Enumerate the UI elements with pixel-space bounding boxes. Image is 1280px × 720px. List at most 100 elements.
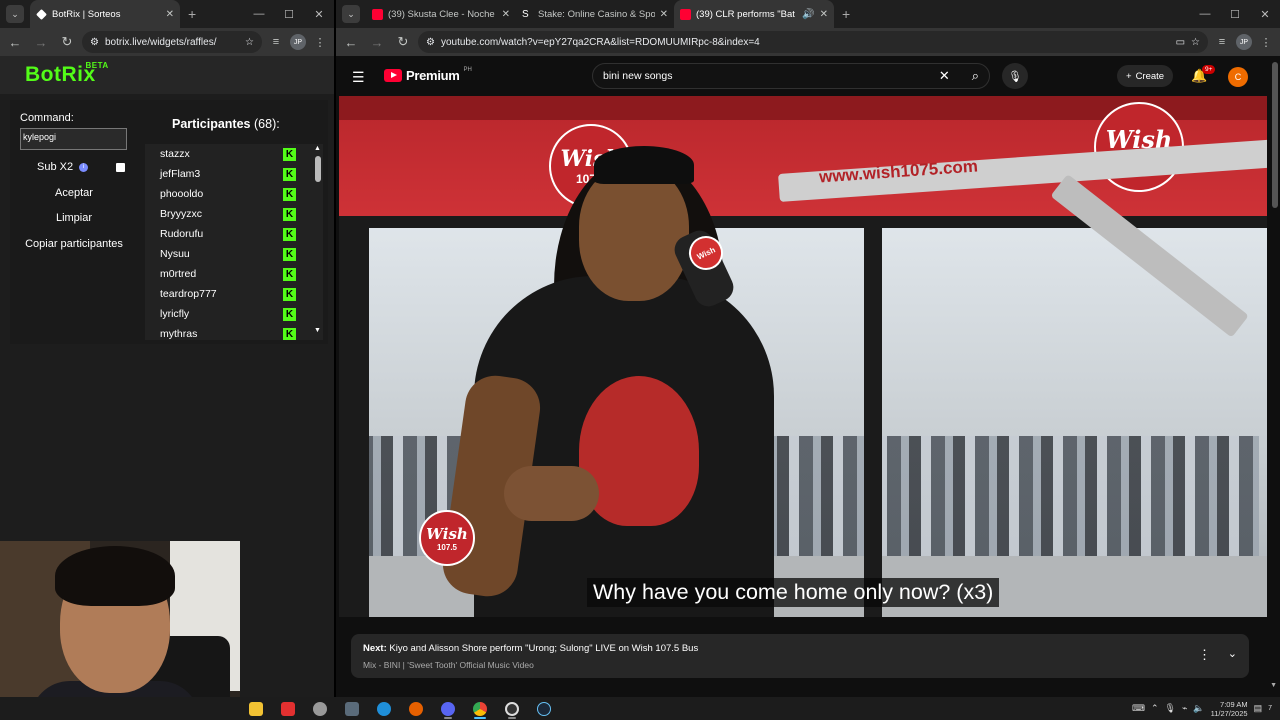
kick-icon: K: [283, 227, 296, 241]
keyboard-icon[interactable]: ⌨: [1132, 703, 1145, 714]
more-options-icon[interactable]: ⋮: [1198, 647, 1211, 663]
notification-center-icon[interactable]: ▤: [1254, 703, 1263, 714]
calculator-button[interactable]: [336, 697, 368, 720]
forward-icon[interactable]: →: [366, 35, 388, 50]
video-player[interactable]: Wish 107.5 Wish 107.5 www.wish1075.com W…: [339, 96, 1267, 617]
youtube-page: ☰ Premium PH bini new songs ✕ ⌕ 🎙 + Crea…: [336, 56, 1280, 697]
file-explorer-button[interactable]: [240, 697, 272, 720]
botrix-logo[interactable]: BotRix BETA: [25, 61, 108, 87]
sub-x2-checkbox[interactable]: [116, 163, 125, 172]
bookmark-star-icon[interactable]: ☆: [1191, 37, 1200, 48]
clear-search-icon[interactable]: ✕: [939, 68, 950, 84]
clear-button[interactable]: Limpiar: [20, 212, 128, 224]
brand-text: Premium: [406, 68, 460, 83]
back-icon[interactable]: ←: [340, 35, 362, 50]
tab-stake[interactable]: S Stake: Online Casino & Sports B ✕: [516, 0, 674, 28]
maximize-icon[interactable]: ☐: [274, 8, 304, 21]
next-prefix: Next:: [363, 643, 387, 654]
menu-kebab-icon[interactable]: ⋮: [310, 36, 330, 49]
close-icon[interactable]: ✕: [820, 9, 828, 20]
tab-clr-performs[interactable]: (39) CLR performs "Bat Ngay 🔊 ✕: [674, 0, 834, 28]
scroll-down-arrow-icon[interactable]: ▼: [1270, 682, 1277, 689]
up-next-card[interactable]: Next: Kiyo and Alisson Shore perform "Ur…: [351, 634, 1249, 678]
search-input[interactable]: bini new songs ✕ ⌕: [592, 63, 990, 89]
participant-row: Bryyyzxc K: [145, 204, 323, 224]
profile-avatar[interactable]: JP: [1236, 34, 1252, 50]
close-window-icon[interactable]: ✕: [1250, 8, 1280, 21]
create-button[interactable]: + Create: [1117, 65, 1174, 87]
cast-icon[interactable]: ▭: [1176, 37, 1185, 48]
maximize-icon[interactable]: ☐: [1220, 8, 1250, 21]
new-tab-button[interactable]: +: [180, 6, 204, 22]
media-controls-icon[interactable]: ≡: [266, 36, 286, 48]
site-info-icon[interactable]: ⚙: [426, 37, 435, 48]
chevron-down-icon[interactable]: ⌄: [1228, 647, 1237, 660]
account-avatar[interactable]: C: [1228, 67, 1248, 87]
windows-taskbar: ⌨ ⌃ 🎙 ⌁ 🔈 7:09 AM 11/27/2025 ▤ 7: [0, 697, 1280, 720]
address-bar[interactable]: ⚙ botrix.live/widgets/raffles/ ☆: [82, 31, 262, 53]
forward-icon[interactable]: →: [30, 35, 52, 50]
address-bar[interactable]: ⚙ youtube.com/watch?v=epY27qa2CRA&list=R…: [418, 31, 1208, 53]
copy-participants-button[interactable]: Copiar participantes: [18, 238, 130, 250]
sub-x2-label: Sub X2: [37, 161, 74, 173]
hamburger-menu-icon[interactable]: ☰: [352, 69, 365, 86]
microphone-icon[interactable]: 🎙: [1002, 63, 1028, 89]
steam-icon: [537, 701, 551, 716]
close-icon[interactable]: ✕: [660, 9, 668, 20]
bookmark-star-icon[interactable]: ☆: [245, 37, 254, 48]
participant-name: mythras: [160, 328, 198, 340]
close-icon[interactable]: ✕: [166, 9, 174, 20]
youtube-premium-logo[interactable]: Premium PH: [384, 67, 472, 83]
scrollbar-thumb[interactable]: [315, 156, 321, 182]
minimize-icon[interactable]: —: [244, 8, 274, 20]
sub-x2-option: Sub X2 i: [37, 161, 89, 173]
window-frame: [339, 226, 369, 617]
search-icon[interactable]: ⌕: [972, 68, 979, 84]
reload-icon[interactable]: ↻: [392, 34, 414, 50]
speaker-icon[interactable]: 🔊: [802, 9, 814, 20]
network-icon[interactable]: ⌁: [1182, 703, 1187, 714]
window-controls: — ☐ ✕: [244, 0, 334, 28]
site-info-icon[interactable]: ⚙: [90, 37, 99, 48]
tab-title: BotRix | Sorteos: [52, 8, 121, 20]
tab-search-button[interactable]: ⌄: [6, 5, 24, 23]
firefox-button[interactable]: [400, 697, 432, 720]
steam-button[interactable]: [528, 697, 560, 720]
kick-icon: K: [283, 207, 296, 221]
chrome-button[interactable]: [464, 697, 496, 720]
volume-icon[interactable]: 🔈: [1193, 703, 1204, 714]
tab-skusta-clee[interactable]: (39) Skusta Clee - Noche Buena ✕: [366, 0, 516, 28]
info-icon[interactable]: i: [79, 162, 89, 172]
participant-name: Bryyyzxc: [160, 208, 202, 220]
wps-button[interactable]: [272, 697, 304, 720]
close-window-icon[interactable]: ✕: [304, 8, 334, 21]
discord-button[interactable]: [432, 697, 464, 720]
close-icon[interactable]: ✕: [502, 9, 510, 20]
microphone-icon[interactable]: 🎙: [1165, 703, 1176, 714]
profile-avatar[interactable]: JP: [290, 34, 306, 50]
tab-botrix[interactable]: BotRix | Sorteos ✕: [30, 0, 180, 28]
command-input[interactable]: kylepogi: [20, 128, 127, 150]
kick-icon: K: [283, 247, 296, 261]
page-scrollbar[interactable]: [1272, 62, 1278, 208]
media-controls-icon[interactable]: ≡: [1212, 36, 1232, 48]
accept-button[interactable]: Aceptar: [20, 187, 128, 199]
obs-button[interactable]: [496, 697, 528, 720]
tab-search-button[interactable]: ⌄: [342, 5, 360, 23]
system-clock[interactable]: 7:09 AM 11/27/2025: [1211, 700, 1248, 718]
participant-row: teardrop777 K: [145, 284, 323, 304]
edge-button[interactable]: [368, 697, 400, 720]
minimize-icon[interactable]: —: [1190, 8, 1220, 20]
tray-overflow-chevron-icon[interactable]: ⌃: [1151, 703, 1159, 714]
reload-icon[interactable]: ↻: [56, 34, 78, 50]
new-tab-button[interactable]: +: [834, 6, 858, 22]
window-controls: — ☐ ✕: [1190, 0, 1280, 28]
browser-toolbar: ← → ↻ ⚙ botrix.live/widgets/raffles/ ☆ ≡…: [0, 28, 334, 56]
scroll-down-arrow-icon[interactable]: ▼: [314, 327, 321, 334]
menu-kebab-icon[interactable]: ⋮: [1256, 36, 1276, 49]
participants-count: (68):: [254, 117, 280, 131]
participant-row: Rudorufu K: [145, 224, 323, 244]
steam-alt-button[interactable]: [304, 697, 336, 720]
back-icon[interactable]: ←: [4, 35, 26, 50]
scroll-up-arrow-icon[interactable]: ▲: [314, 145, 321, 152]
